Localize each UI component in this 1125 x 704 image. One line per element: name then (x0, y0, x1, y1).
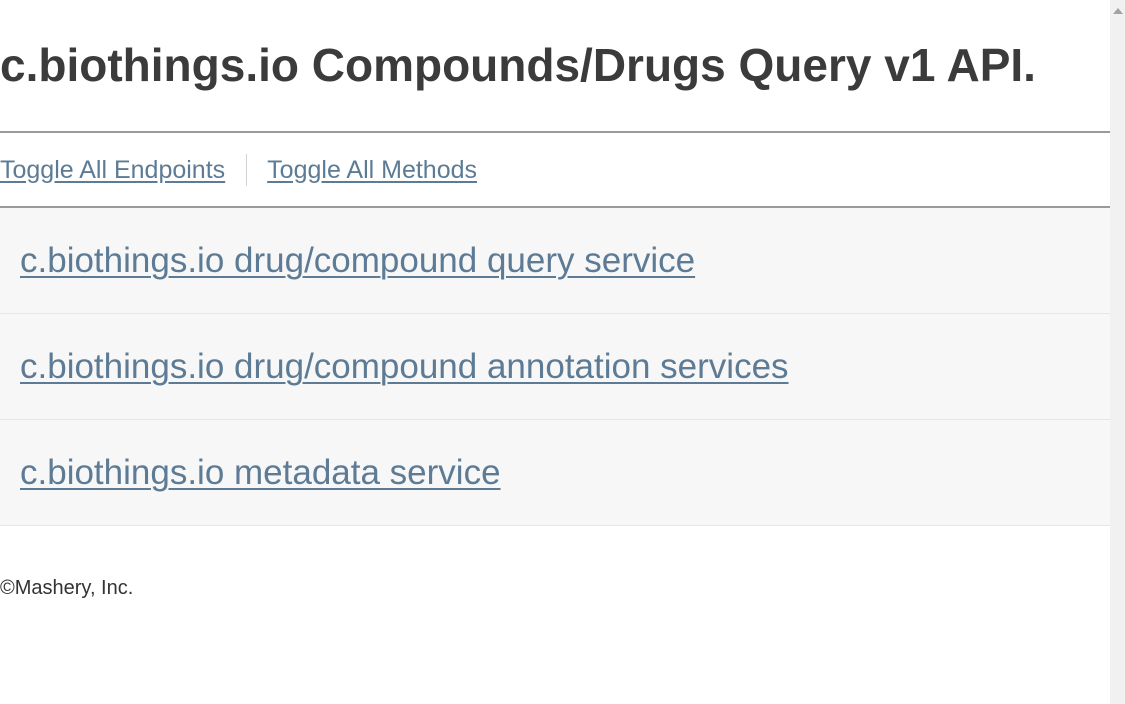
toolbar-separator (246, 154, 248, 186)
endpoint-row-query: c.biothings.io drug/compound query servi… (0, 208, 1110, 314)
vertical-scrollbar[interactable] (1110, 0, 1125, 704)
toolbar: Toggle All Endpoints Toggle All Methods (0, 152, 477, 188)
header-divider (0, 131, 1110, 133)
toggle-all-methods-link[interactable]: Toggle All Methods (267, 156, 477, 185)
toggle-all-endpoints-link[interactable]: Toggle All Endpoints (0, 156, 225, 185)
endpoint-row-metadata: c.biothings.io metadata service (0, 420, 1110, 526)
scroll-up-arrow-icon[interactable] (1113, 8, 1123, 14)
page-title: c.biothings.io Compounds/Drugs Query v1 … (0, 39, 1036, 91)
footer-copyright: ©Mashery, Inc. (0, 577, 134, 599)
endpoint-link-metadata-service[interactable]: c.biothings.io metadata service (20, 453, 501, 493)
endpoint-row-annotation: c.biothings.io drug/compound annotation … (0, 314, 1110, 420)
endpoint-list: c.biothings.io drug/compound query servi… (0, 208, 1110, 526)
endpoint-link-query-service[interactable]: c.biothings.io drug/compound query servi… (20, 241, 695, 281)
endpoint-link-annotation-services[interactable]: c.biothings.io drug/compound annotation … (20, 347, 789, 387)
page: c.biothings.io Compounds/Drugs Query v1 … (0, 0, 1110, 704)
